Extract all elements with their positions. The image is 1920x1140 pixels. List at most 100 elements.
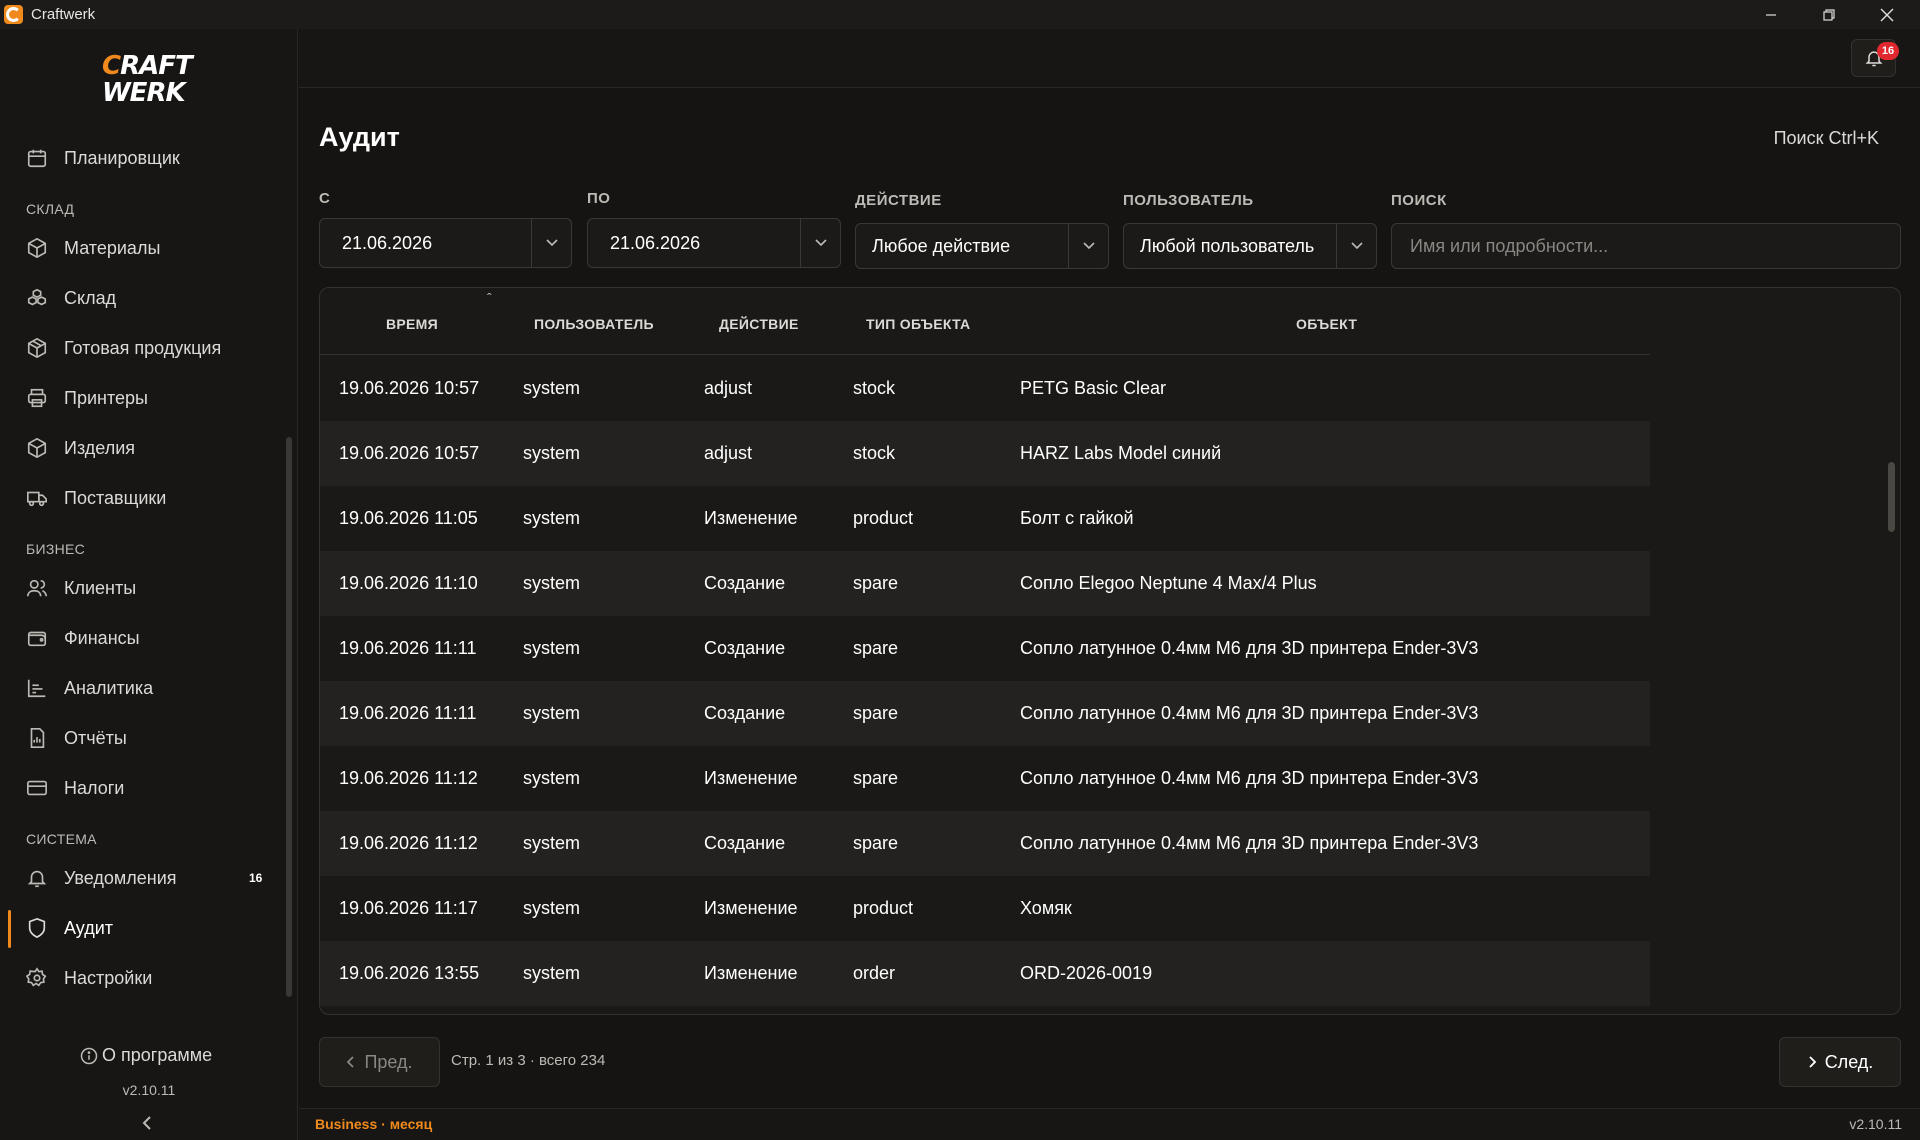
window-title: Craftwerk — [31, 6, 96, 23]
filter-search-label: ПОИСК — [1391, 192, 1447, 209]
collapse-sidebar-button[interactable] — [141, 1114, 153, 1137]
table-row[interactable]: 19.06.2026 11:12 system Создание spare С… — [320, 811, 1650, 876]
printer-icon — [26, 387, 48, 409]
date-to-dropdown[interactable] — [800, 219, 840, 267]
table-row[interactable]: 19.06.2026 13:55 system Изменение order … — [320, 941, 1650, 1006]
filter-from-label: С — [319, 190, 331, 207]
restore-icon — [1823, 8, 1835, 21]
audit-table: ˆ ВРЕМЯ ПОЛЬЗОВАТЕЛЬ ДЕЙСТВИЕ ТИП ОБЪЕКТ… — [319, 287, 1901, 1015]
search-input[interactable]: Имя или подробности... — [1391, 223, 1901, 269]
table-row[interactable]: 19.06.2026 11:17 system Изменение produc… — [320, 876, 1650, 941]
page-title: Аудит — [319, 122, 400, 152]
date-from-dropdown[interactable] — [531, 219, 571, 267]
subscription-plan: Business · месяц — [315, 1116, 433, 1132]
table-row[interactable]: 19.06.2026 11:10 system Создание spare С… — [320, 551, 1650, 616]
shield-icon — [26, 917, 48, 939]
filter-action-label: ДЕЙСТВИЕ — [855, 192, 942, 209]
chevron-down-icon — [545, 239, 558, 247]
craftwerk-logo[interactable]: CRAFT WERK — [102, 53, 194, 111]
card-icon — [26, 777, 48, 799]
sidebar-item-finished-goods[interactable]: Готовая продукция — [0, 328, 280, 368]
boxes-icon — [26, 287, 48, 309]
sidebar-item-audit[interactable]: Аудит — [0, 908, 280, 948]
pagination-info: Стр. 1 из 3 · всего 234 — [451, 1052, 606, 1069]
sidebar-item-reports[interactable]: Отчёты — [0, 718, 280, 758]
sidebar-item-products[interactable]: Изделия — [0, 428, 280, 468]
minimize-button[interactable] — [1742, 0, 1800, 29]
sidebar-item-planner[interactable]: Планировщик — [0, 138, 280, 178]
action-select[interactable]: Любое действие — [855, 223, 1109, 269]
column-action[interactable]: ДЕЙСТВИЕ — [719, 316, 799, 332]
date-from-field[interactable]: 21.06.2026 — [319, 218, 572, 268]
date-to-field[interactable]: 21.06.2026 — [587, 218, 841, 268]
sidebar-scrollbar[interactable] — [286, 437, 292, 997]
truck-icon — [26, 487, 48, 509]
sidebar-item-notifications[interactable]: Уведомления 16 — [0, 858, 280, 898]
sidebar-item-settings[interactable]: Настройки — [0, 958, 280, 998]
chevron-down-icon — [1350, 242, 1363, 250]
column-time[interactable]: ВРЕМЯ — [386, 316, 438, 332]
chevron-left-icon — [347, 1056, 355, 1068]
table-row[interactable]: 19.06.2026 11:05 system Изменение produc… — [320, 486, 1650, 551]
chevron-left-icon — [142, 1116, 151, 1130]
sidebar-item-stock[interactable]: Склад — [0, 278, 280, 318]
app-version: v2.10.11 — [1849, 1116, 1902, 1132]
wallet-icon — [26, 627, 48, 649]
status-bar — [299, 1108, 1920, 1140]
next-page-button[interactable]: След. — [1779, 1037, 1901, 1087]
sidebar-item-finance[interactable]: Финансы — [0, 618, 280, 658]
table-row[interactable]: 19.06.2026 11:11 system Создание spare С… — [320, 616, 1650, 681]
filter-to-label: ПО — [587, 190, 611, 207]
users-icon — [26, 577, 48, 599]
calendar-icon — [26, 147, 48, 169]
chart-icon — [26, 677, 48, 699]
package-icon — [26, 337, 48, 359]
restore-button[interactable] — [1800, 0, 1858, 29]
bell-icon — [26, 867, 48, 889]
chevron-down-icon — [814, 239, 827, 247]
cube-icon — [26, 237, 48, 259]
close-button[interactable] — [1858, 0, 1916, 29]
sidebar-version: v2.10.11 — [122, 1082, 176, 1098]
table-header: ˆ ВРЕМЯ ПОЛЬЗОВАТЕЛЬ ДЕЙСТВИЕ ТИП ОБЪЕКТ… — [320, 288, 1650, 355]
table-row[interactable]: 19.06.2026 10:57 system adjust stock PET… — [320, 356, 1650, 421]
product-icon — [26, 437, 48, 459]
user-select-dropdown[interactable] — [1336, 224, 1376, 268]
sidebar-item-suppliers[interactable]: Поставщики — [0, 478, 280, 518]
sidebar-item-taxes[interactable]: Налоги — [0, 768, 280, 808]
sidebar-item-clients[interactable]: Клиенты — [0, 568, 280, 608]
sidebar-item-printers[interactable]: Принтеры — [0, 378, 280, 418]
table-row[interactable]: 19.06.2026 11:12 system Изменение spare … — [320, 746, 1650, 811]
about-link[interactable]: О программе — [80, 1045, 212, 1066]
notifications-badge: 16 — [1877, 42, 1899, 60]
action-select-dropdown[interactable] — [1068, 224, 1108, 268]
gear-icon — [26, 967, 48, 989]
column-object-type[interactable]: ТИП ОБЪЕКТА — [866, 316, 970, 332]
section-system: СИСТЕМА — [26, 831, 97, 847]
notifications-count-badge: 16 — [249, 871, 263, 885]
chevron-right-icon — [1809, 1056, 1816, 1068]
info-icon — [80, 1047, 98, 1064]
global-search-button[interactable]: Поиск Ctrl+K — [1774, 128, 1879, 149]
table-scrollbar[interactable] — [1888, 462, 1895, 532]
title-bar: Craftwerk — [0, 0, 1920, 29]
section-business: БИЗНЕС — [26, 541, 86, 557]
chevron-down-icon — [1082, 242, 1095, 250]
column-object[interactable]: ОБЪЕКТ — [1296, 316, 1357, 332]
prev-page-button[interactable]: Пред. — [319, 1037, 440, 1087]
table-row[interactable]: 19.06.2026 11:11 system Создание spare С… — [320, 681, 1650, 746]
sort-indicator-icon: ˆ — [487, 290, 492, 306]
sidebar: CRAFT WERK Планировщик СКЛАД Материалы С… — [0, 29, 298, 1140]
close-icon — [1880, 8, 1894, 21]
app-logo-icon — [4, 5, 23, 24]
filter-user-label: ПОЛЬЗОВАТЕЛЬ — [1123, 192, 1254, 209]
section-warehouse: СКЛАД — [26, 201, 75, 217]
top-bar — [299, 29, 1920, 88]
column-user[interactable]: ПОЛЬЗОВАТЕЛЬ — [534, 316, 654, 332]
report-icon — [26, 727, 48, 749]
table-row[interactable]: 19.06.2026 10:57 system adjust stock HAR… — [320, 421, 1650, 486]
sidebar-item-materials[interactable]: Материалы — [0, 228, 280, 268]
user-select[interactable]: Любой пользователь — [1123, 223, 1377, 269]
minimize-icon — [1766, 13, 1776, 16]
sidebar-item-analytics[interactable]: Аналитика — [0, 668, 280, 708]
